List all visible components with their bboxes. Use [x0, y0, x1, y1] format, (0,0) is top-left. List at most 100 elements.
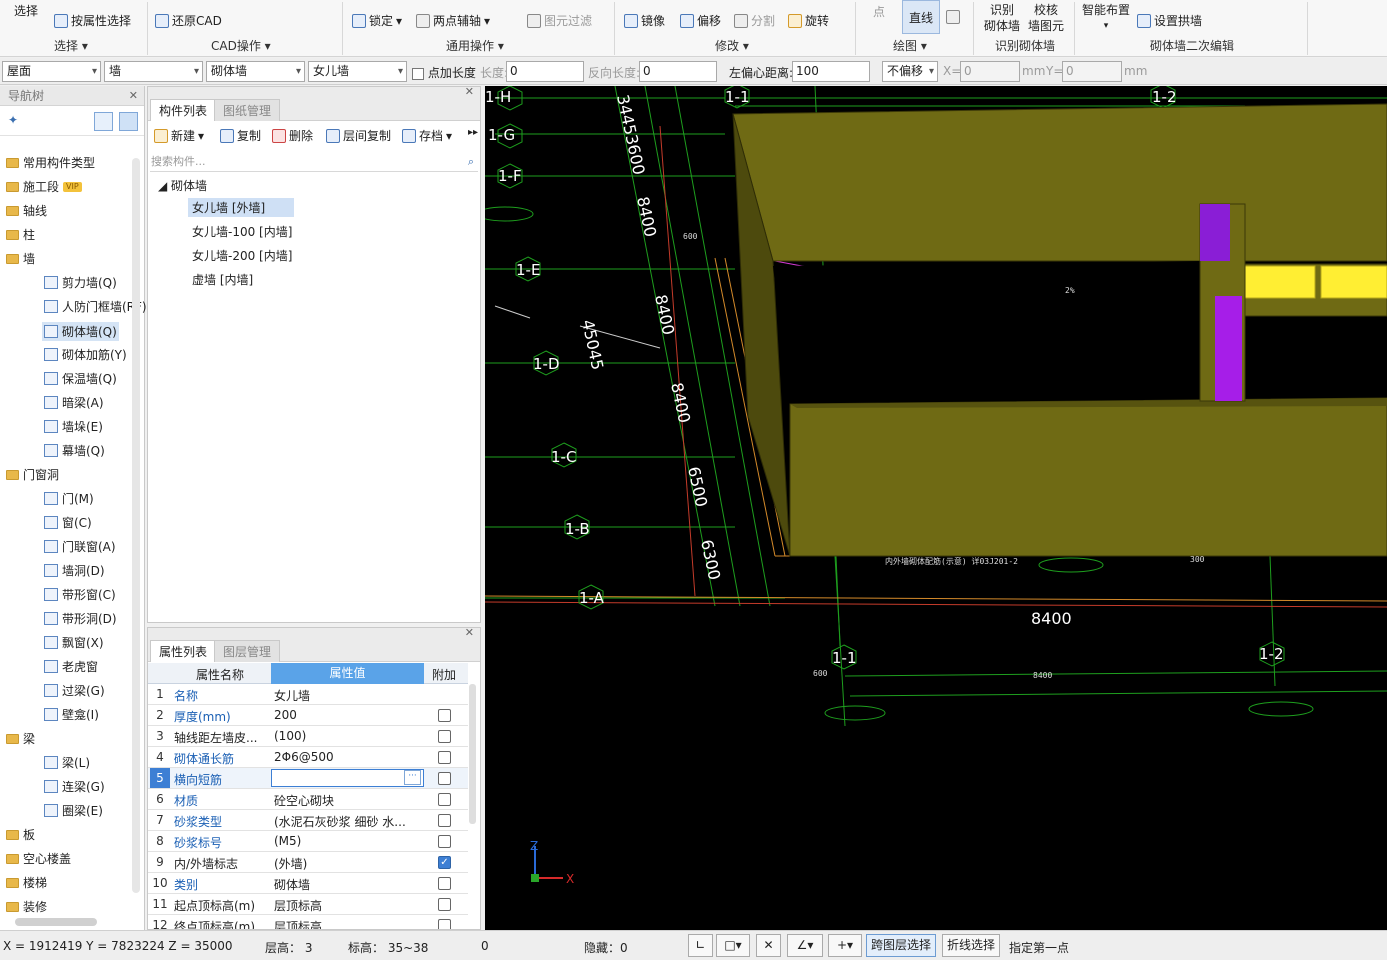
property-row[interactable]: 1 名称 女儿墙	[148, 684, 468, 705]
nav-item[interactable]: 幕墙(Q)	[44, 442, 105, 459]
nav-item[interactable]: 保温墙(Q)	[44, 370, 117, 387]
add-point-icon[interactable]: +▾	[828, 934, 862, 957]
y-input[interactable]: 0	[1062, 61, 1122, 82]
point-button[interactable]: 点	[873, 3, 885, 20]
component-search-input[interactable]: 搜索构件... ⌕	[150, 151, 478, 172]
cross-layer-select-button[interactable]: 跨图层选择	[866, 934, 937, 957]
nav-item[interactable]: 施工段 VIP	[6, 178, 82, 195]
property-value[interactable]: (水泥石灰砂浆 细砂 水...	[274, 813, 419, 830]
tab-drawing-management[interactable]: 图纸管理	[214, 99, 281, 121]
extra-checkbox[interactable]	[438, 793, 451, 806]
extra-checkbox[interactable]	[438, 751, 451, 764]
component-select[interactable]: 女儿墙	[308, 61, 407, 82]
delete-button[interactable]: 删除	[272, 127, 313, 144]
rotate-button[interactable]: 旋转	[788, 12, 829, 29]
split-button[interactable]: 分割	[734, 12, 775, 29]
snap-icon[interactable]: □▾	[716, 934, 750, 957]
nav-item[interactable]: 梁	[6, 730, 35, 747]
property-row[interactable]: 9 内/外墙标志 (外墙) ✓	[148, 852, 468, 873]
type-select[interactable]: 砌体墙	[206, 61, 305, 82]
element-filter-button[interactable]: 图元过滤	[527, 12, 592, 29]
two-point-axis-button[interactable]: 两点辅轴 ▾	[416, 12, 490, 29]
property-row[interactable]: 10 类别 砌体墙	[148, 873, 468, 894]
property-row[interactable]: 3 轴线距左墙皮... (100)	[148, 726, 468, 747]
tab-property-list[interactable]: 属性列表	[150, 640, 217, 662]
set-arch-wall-button[interactable]: 设置拱墙	[1137, 12, 1202, 29]
nav-item[interactable]: 带形窗(C)	[44, 586, 116, 603]
expand-icon[interactable]: ✦	[8, 113, 18, 127]
close-icon[interactable]: ✕	[129, 86, 138, 106]
nav-hscrollbar[interactable]	[15, 918, 97, 926]
nav-item[interactable]: 飘窗(X)	[44, 634, 104, 651]
property-editor-input[interactable]	[271, 769, 424, 787]
line-button[interactable]: 直线	[902, 0, 940, 34]
property-row[interactable]: 11 起点顶标高(m) 层顶标高	[148, 894, 468, 915]
extra-checkbox[interactable]: ✓	[438, 856, 451, 869]
reverse-length-input[interactable]: 0	[639, 61, 717, 82]
property-value[interactable]: 砼空心砌块	[274, 792, 419, 809]
list-view-icon[interactable]	[94, 112, 113, 131]
extra-checkbox[interactable]	[438, 730, 451, 743]
attr-select-button[interactable]: 按属性选择	[54, 12, 131, 29]
property-value[interactable]: 2Φ6@500	[274, 750, 419, 764]
lock-button[interactable]: 锁定 ▾	[352, 12, 402, 29]
extra-checkbox[interactable]	[438, 835, 451, 848]
mirror-button[interactable]: 镜像	[624, 12, 665, 29]
extra-checkbox[interactable]	[438, 709, 451, 722]
nav-item[interactable]: 梁(L)	[44, 754, 90, 771]
property-row[interactable]: 12 终点顶标高(m) 层顶标高	[148, 915, 468, 929]
close-icon[interactable]: ✕	[465, 85, 474, 98]
offset-button[interactable]: 偏移	[680, 12, 721, 29]
save-button[interactable]: 存档 ▾	[402, 127, 452, 144]
nav-item[interactable]: 轴线	[6, 202, 47, 219]
property-value[interactable]: (外墙)	[274, 855, 419, 872]
component-item[interactable]: 女儿墙-100 [内墙]	[188, 222, 296, 241]
close-icon[interactable]: ✕	[465, 628, 474, 639]
check-wall-button[interactable]: 校核 墙图元	[1028, 2, 1064, 34]
tab-component-list[interactable]: 构件列表	[150, 99, 217, 121]
property-value[interactable]: 女儿墙	[274, 687, 419, 704]
nav-item[interactable]: 常用构件类型	[6, 154, 95, 171]
nav-item[interactable]: 圈梁(E)	[44, 802, 103, 819]
cross-icon[interactable]: ✕	[756, 934, 781, 957]
floor-select[interactable]: 屋面	[2, 61, 101, 82]
nav-scrollbar[interactable]	[132, 158, 140, 893]
wall-3d-model[interactable]	[732, 103, 1387, 557]
nav-item[interactable]: 砌体墙(Q)	[42, 322, 119, 341]
left-offset-input[interactable]: 100	[792, 61, 870, 82]
component-item[interactable]: 女儿墙 [外墙]	[188, 198, 294, 217]
property-row[interactable]: 4 砌体通长筋 2Φ6@500	[148, 747, 468, 768]
drawing-canvas[interactable]: 600 内外墙砌体配筋(示意) 详03J201-2 300 600 8400 2…	[485, 86, 1387, 930]
component-item[interactable]: 虚墙 [内墙]	[188, 270, 257, 289]
property-row[interactable]: 8 砂浆标号 (M5)	[148, 831, 468, 852]
nav-item[interactable]: 墙	[6, 250, 35, 267]
restore-cad-button[interactable]: 还原CAD	[155, 12, 222, 29]
tree-group-masonry[interactable]: ◢ 砌体墙	[158, 177, 207, 194]
component-item[interactable]: 女儿墙-200 [内墙]	[188, 246, 296, 265]
property-row[interactable]: 7 砂浆类型 (水泥石灰砂浆 细砂 水...	[148, 810, 468, 831]
nav-item[interactable]: 连梁(G)	[44, 778, 105, 795]
nav-item[interactable]: 过梁(G)	[44, 682, 105, 699]
nav-item[interactable]: 柱	[6, 226, 35, 243]
property-row[interactable]: 5 横向短筋 ···	[148, 768, 468, 789]
x-input[interactable]: 0	[960, 61, 1020, 82]
extra-checkbox[interactable]	[438, 772, 451, 785]
tree-view-icon[interactable]	[119, 112, 138, 131]
nav-item[interactable]: 装修	[6, 898, 47, 915]
property-value[interactable]: 200	[274, 708, 419, 722]
smart-layout-button[interactable]: 智能布置 ▾	[1082, 2, 1130, 34]
property-value[interactable]: 层顶标高	[274, 897, 419, 914]
category-select[interactable]: 墙	[104, 61, 203, 82]
property-value[interactable]: (100)	[274, 729, 419, 743]
tab-layer-management[interactable]: 图层管理	[214, 640, 281, 662]
floor-copy-button[interactable]: 层间复制	[326, 127, 391, 144]
length-input[interactable]: 0	[506, 61, 584, 82]
ortho-icon[interactable]: ∟	[688, 934, 713, 957]
nav-item[interactable]: 门联窗(A)	[44, 538, 116, 555]
nav-item[interactable]: 空心楼盖	[6, 850, 71, 867]
property-row[interactable]: 6 材质 砼空心砌块	[148, 789, 468, 810]
nav-item[interactable]: 老虎窗	[44, 658, 98, 675]
point-length-checkbox[interactable]: 点加长度	[412, 64, 476, 81]
nav-item[interactable]: 板	[6, 826, 35, 843]
offset-mode-select[interactable]: 不偏移	[882, 61, 938, 82]
